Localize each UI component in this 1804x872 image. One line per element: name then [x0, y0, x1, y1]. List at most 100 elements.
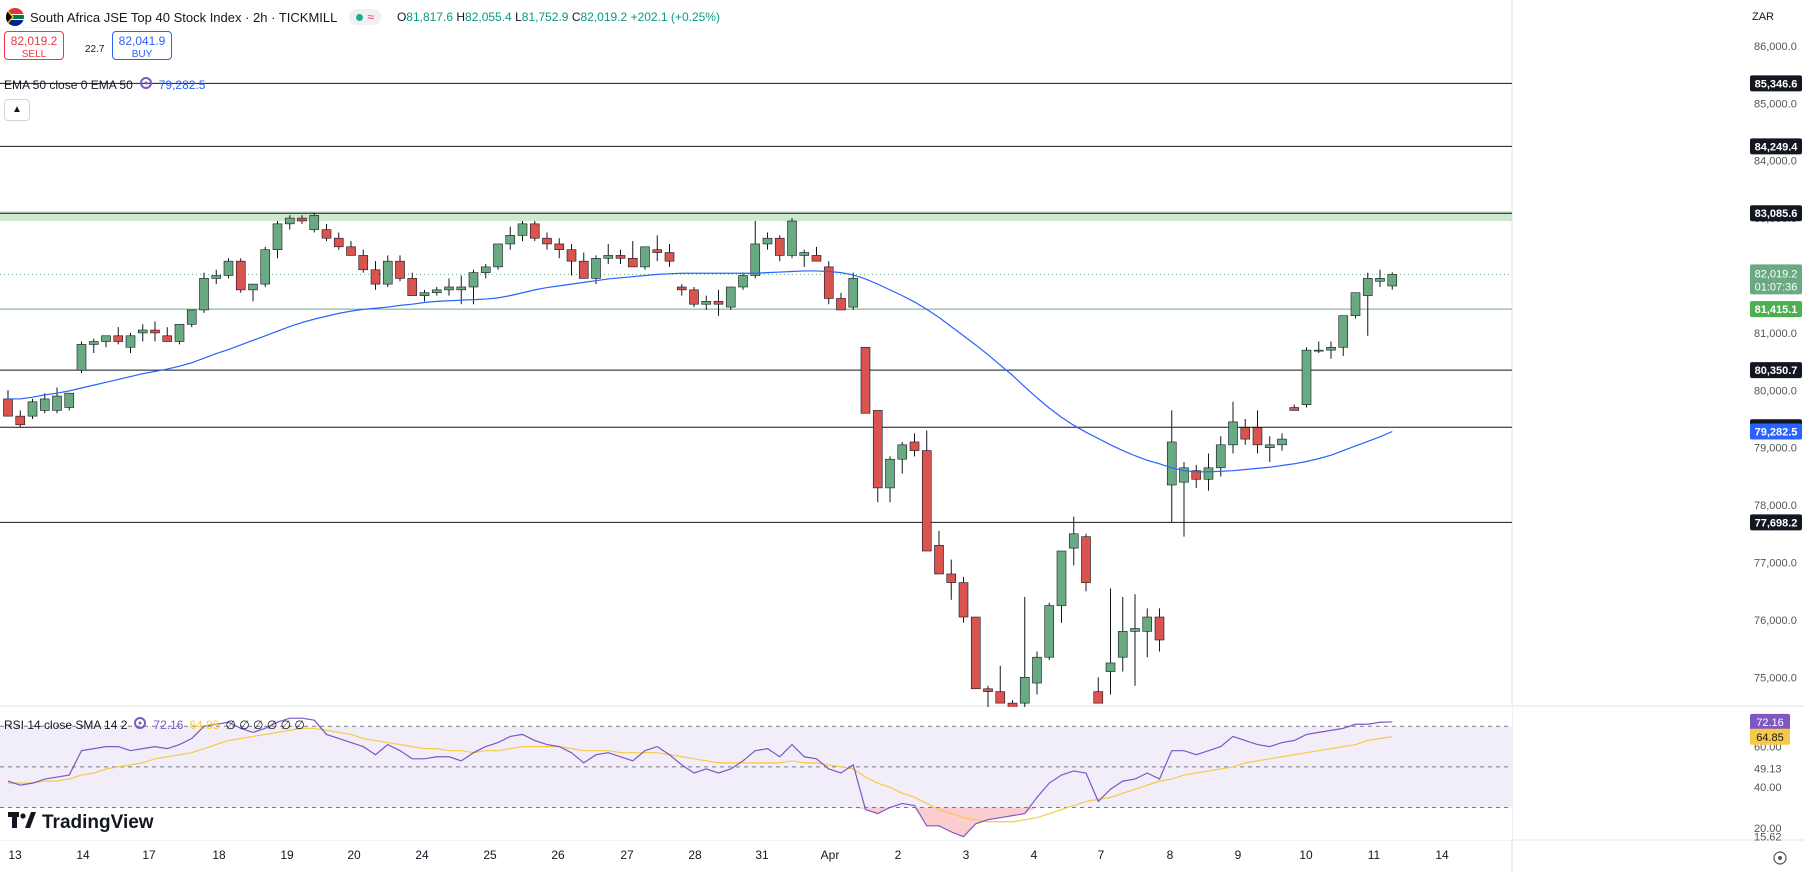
price-tick-label: 81,000.0	[1754, 328, 1797, 340]
time-tick-label: 2	[895, 848, 902, 862]
candle-up	[272, 223, 283, 250]
candle-down	[627, 257, 638, 268]
candle-down	[333, 237, 344, 248]
symbol-title[interactable]: South Africa JSE Top 40 Stock Index · 2h…	[30, 10, 337, 25]
time-tick-label: 11	[1368, 848, 1381, 862]
candle-up	[1068, 533, 1079, 549]
price-tick-label: 75,000.0	[1754, 672, 1797, 684]
candle-up	[125, 335, 136, 348]
time-tick-label: 17	[142, 848, 156, 862]
candle-down	[395, 260, 405, 279]
candle-down	[995, 691, 1006, 704]
candle-up	[186, 309, 197, 325]
candle-up	[64, 392, 75, 408]
time-tick-label: Apr	[821, 848, 840, 862]
candle-down	[946, 573, 957, 583]
candle-up	[27, 401, 38, 417]
candle-up	[260, 249, 271, 285]
candle-up	[1019, 677, 1030, 704]
candle-up	[1142, 616, 1153, 632]
candle-up	[76, 344, 87, 371]
candle-up	[1362, 278, 1373, 296]
currency-label[interactable]: ZAR	[1752, 11, 1774, 23]
candle-up	[248, 283, 258, 291]
candle-up	[1277, 438, 1287, 446]
price-change: +202.1 (+0.25%)	[630, 10, 720, 24]
candle-up	[444, 286, 454, 291]
candle-up	[1313, 349, 1324, 352]
candle-down	[1081, 536, 1091, 583]
candle-down	[150, 329, 160, 334]
time-tick-label: 10	[1299, 848, 1313, 862]
data-wave-icon: ≈	[367, 10, 374, 24]
candle-down	[774, 237, 785, 256]
candle-up	[101, 335, 111, 342]
collapse-legend-button[interactable]: ▲	[4, 99, 30, 121]
candle-up	[762, 237, 773, 245]
rsi-legend-extra: ∅ ∅ ∅ ∅ ∅ ∅	[225, 717, 305, 732]
candle-up	[1301, 349, 1312, 405]
horizontal-level-label: 80,350.7	[1755, 365, 1798, 377]
time-tick-label: 26	[551, 848, 565, 862]
indicator-settings-icon[interactable]	[133, 716, 147, 733]
south-africa-flag-icon	[6, 8, 24, 26]
ema-legend[interactable]: EMA 50 close 0 EMA 50 79,282.5	[4, 76, 205, 93]
candle-down	[113, 335, 124, 342]
candle-up	[1375, 278, 1385, 282]
candle-up	[382, 260, 393, 285]
candle-up	[640, 246, 650, 268]
candle-up	[1056, 550, 1067, 606]
rsi-tick-label: 40.00	[1754, 782, 1782, 794]
sell-label: SELL	[21, 49, 47, 60]
time-tick-label: 31	[755, 848, 769, 862]
price-tick-label: 79,000.0	[1754, 443, 1797, 455]
candle-up	[211, 275, 222, 279]
horizontal-level-label: 85,346.6	[1755, 78, 1798, 90]
candle-up	[725, 286, 736, 308]
resistance-zone	[0, 211, 1512, 221]
time-tick-label: 13	[8, 848, 22, 862]
candle-up	[1044, 605, 1055, 658]
candle-down	[836, 298, 846, 311]
spread-value: 22.7	[85, 44, 105, 55]
price-tick-label: 76,000.0	[1754, 615, 1797, 627]
horizontal-level-label: 83,085.6	[1755, 208, 1798, 220]
candle-up	[1264, 444, 1275, 449]
price-tick-label: 78,000.0	[1754, 500, 1797, 512]
price-tick-label: 80,000.0	[1754, 385, 1797, 397]
price-tick-label: 77,000.0	[1754, 558, 1797, 570]
candle-down	[346, 246, 356, 256]
time-tick-label: 9	[1235, 848, 1242, 862]
time-tick-label: 4	[1031, 848, 1038, 862]
market-status-pill[interactable]: ≈	[349, 9, 381, 25]
candle-up	[1338, 315, 1349, 348]
rsi-value-label: 72.16	[1756, 717, 1784, 729]
tradingview-logo-icon	[8, 812, 36, 834]
rsi-tick-label: 49.13	[1754, 764, 1782, 776]
chevron-up-icon: ▲	[12, 104, 22, 115]
buy-button[interactable]: 82,041.9 BUY	[112, 31, 172, 60]
candle-up	[1350, 292, 1361, 316]
candle-up	[591, 257, 601, 279]
candle-up	[52, 395, 62, 411]
time-tick-label: 19	[280, 848, 294, 862]
candle-up	[1166, 441, 1177, 486]
candle-down	[652, 249, 663, 253]
candle-down	[872, 410, 883, 489]
market-open-dot-icon	[356, 13, 364, 21]
candle-down	[921, 450, 932, 552]
indicator-settings-icon[interactable]	[139, 76, 153, 93]
sell-button[interactable]: 82,019.2 SELL	[4, 31, 64, 60]
rsi-legend-text: RSI 14 close SMA 14 2	[4, 717, 128, 732]
tradingview-logo[interactable]: TradingView	[8, 812, 154, 834]
candle-down	[983, 688, 993, 692]
chart-canvas[interactable]: 75,000.0 76,000.0 77,000.0 78,000.0 79,000.0…	[0, 0, 1804, 872]
candle-up	[493, 243, 503, 268]
candle-down	[958, 582, 969, 618]
candle-up	[1387, 274, 1398, 287]
candle-down	[162, 335, 173, 342]
rsi-legend[interactable]: RSI 14 close SMA 14 2 72.16 64.85 ∅ ∅ ∅ …	[4, 716, 305, 733]
candle-up	[1203, 467, 1214, 480]
time-tick-label: 18	[212, 848, 226, 862]
candle-down	[860, 346, 871, 414]
